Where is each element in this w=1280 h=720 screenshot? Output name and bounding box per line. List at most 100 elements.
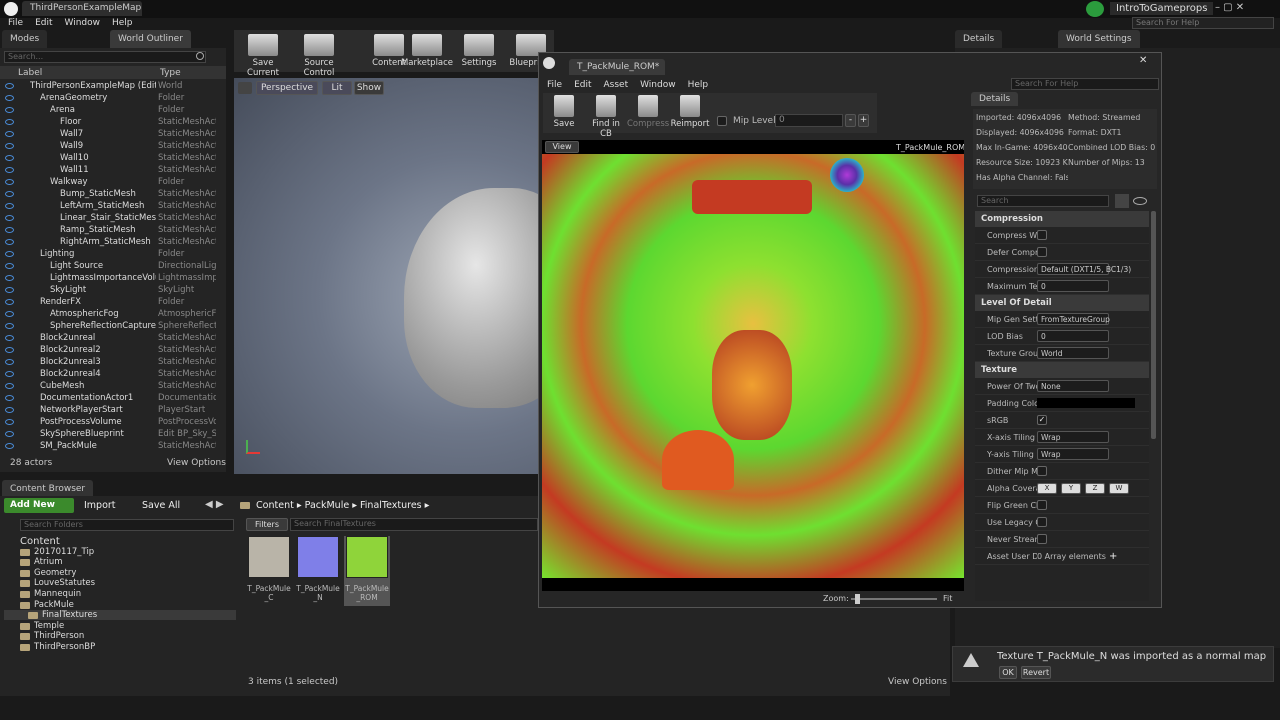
- filters-button[interactable]: Filters: [246, 518, 288, 531]
- zoom-dropdown[interactable]: Fit: [943, 594, 952, 603]
- outliner-row[interactable]: Block2unreal4 StaticMeshActor: [0, 368, 222, 380]
- notification-revert-button[interactable]: Revert: [1021, 666, 1051, 679]
- visibility-eye-icon[interactable]: [5, 383, 14, 389]
- level-viewport[interactable]: Perspective Lit Show: [234, 78, 584, 474]
- toolbar-button[interactable]: Source Control: [292, 34, 346, 78]
- tab-details[interactable]: Details: [955, 30, 1003, 48]
- property-number[interactable]: 0: [1037, 280, 1109, 292]
- editor-menu-file[interactable]: File: [547, 80, 562, 90]
- visibility-eye-icon[interactable]: [5, 179, 14, 185]
- folder-tree-item[interactable]: ThirdPerson: [4, 631, 236, 641]
- breadcrumb-content[interactable]: Content: [256, 500, 294, 511]
- property-dropdown[interactable]: Default (DXT1/5, BC1/3): [1037, 263, 1131, 275]
- outliner-row[interactable]: ThirdPersonExampleMap (Editor) World: [0, 80, 222, 92]
- menu-edit[interactable]: Edit: [35, 18, 52, 28]
- outliner-row[interactable]: RenderFX Folder: [0, 296, 222, 308]
- outliner-row[interactable]: Block2unreal2 StaticMeshActor: [0, 344, 222, 356]
- mip-level-input[interactable]: 0: [775, 114, 843, 127]
- outliner-row[interactable]: AtmosphericFog AtmosphericFog: [0, 308, 222, 320]
- property-checkbox[interactable]: [1037, 534, 1047, 544]
- padding-color-swatch[interactable]: [1037, 398, 1135, 408]
- folder-tree-item[interactable]: Mannequin: [4, 589, 236, 599]
- outliner-row[interactable]: Wall7 StaticMeshActor: [0, 128, 222, 140]
- editor-tab[interactable]: T_PackMule_ROM*: [569, 59, 665, 75]
- zoom-slider-thumb[interactable]: [855, 594, 860, 604]
- property-number[interactable]: 0: [1037, 330, 1109, 342]
- property-checkbox[interactable]: [1037, 466, 1047, 476]
- outliner-row[interactable]: LeftArm_StaticMesh StaticMeshActor: [0, 200, 222, 212]
- import-button[interactable]: Import: [84, 500, 116, 511]
- nav-back-forward[interactable]: ◀ ▶: [205, 499, 224, 510]
- visibility-eye-icon[interactable]: [5, 395, 14, 401]
- search-folders-input[interactable]: Search Folders: [20, 519, 234, 531]
- visibility-eye-icon[interactable]: [5, 371, 14, 377]
- property-dropdown[interactable]: FromTextureGroup: [1037, 313, 1110, 325]
- visibility-eye-icon[interactable]: [5, 419, 14, 425]
- alpha-coverage-channel[interactable]: Z: [1085, 483, 1105, 494]
- editor-menu-asset[interactable]: Asset: [604, 80, 629, 90]
- folder-tree-item[interactable]: Geometry: [4, 568, 236, 578]
- editor-menu-window[interactable]: Window: [640, 80, 676, 90]
- save-all-button[interactable]: Save All: [142, 500, 180, 511]
- show-button[interactable]: Show: [354, 81, 384, 95]
- outliner-row[interactable]: Ramp_StaticMesh StaticMeshActor: [0, 224, 222, 236]
- asset-tile[interactable]: T_PackMule_C: [246, 536, 292, 606]
- visibility-eye-icon[interactable]: [5, 287, 14, 293]
- outliner-row[interactable]: SM_PackMule StaticMeshActor: [0, 440, 222, 452]
- alpha-coverage-channel[interactable]: W: [1109, 483, 1129, 494]
- toolbar-button[interactable]: Save Current: [236, 34, 290, 78]
- outliner-row[interactable]: CubeMesh StaticMeshActor: [0, 380, 222, 392]
- tab-modes[interactable]: Modes: [2, 30, 48, 48]
- toolbar-button[interactable]: Marketplace: [400, 34, 454, 68]
- alpha-coverage-channel[interactable]: Y: [1061, 483, 1081, 494]
- property-dropdown[interactable]: None: [1037, 380, 1109, 392]
- details-scrollbar[interactable]: [1151, 211, 1156, 439]
- outliner-row[interactable]: SkySphereBlueprint Edit BP_Sky_Sphere: [0, 428, 222, 440]
- visibility-eye-icon[interactable]: [5, 335, 14, 341]
- cb-view-options[interactable]: View Options: [888, 677, 947, 687]
- folder-tree-item[interactable]: 20170117_Tip: [4, 547, 236, 557]
- visibility-eye-icon[interactable]: [1133, 197, 1147, 205]
- editor-menu-help[interactable]: Help: [688, 80, 709, 90]
- outliner-row[interactable]: Floor StaticMeshActor: [0, 116, 222, 128]
- editor-menu-edit[interactable]: Edit: [574, 80, 591, 90]
- editor-tool-button[interactable]: Find in CB: [585, 95, 627, 139]
- visibility-eye-icon[interactable]: [5, 227, 14, 233]
- visibility-eye-icon[interactable]: [5, 95, 14, 101]
- level-tab[interactable]: ThirdPersonExampleMap: [22, 1, 142, 16]
- breadcrumb-finaltextures[interactable]: FinalTextures: [360, 500, 422, 511]
- property-checkbox[interactable]: [1037, 500, 1047, 510]
- details-search[interactable]: Search: [977, 195, 1109, 207]
- outliner-row[interactable]: LightmassImportanceVolumeLightmassImport…: [0, 272, 222, 284]
- property-section-header[interactable]: Level Of Detail: [975, 295, 1149, 311]
- outliner-row[interactable]: PostProcessVolume PostProcessVolume: [0, 416, 222, 428]
- visibility-eye-icon[interactable]: [5, 143, 14, 149]
- visibility-eye-icon[interactable]: [5, 203, 14, 209]
- visibility-eye-icon[interactable]: [5, 215, 14, 221]
- outliner-search[interactable]: Search...: [4, 51, 206, 63]
- property-section-header[interactable]: Compression: [975, 211, 1149, 227]
- visibility-eye-icon[interactable]: [5, 263, 14, 269]
- outliner-row[interactable]: Walkway Folder: [0, 176, 222, 188]
- property-dropdown[interactable]: World: [1037, 347, 1109, 359]
- visibility-eye-icon[interactable]: [5, 155, 14, 161]
- property-matrix-icon[interactable]: [1115, 194, 1129, 208]
- toolbar-button[interactable]: Settings: [452, 34, 506, 68]
- outliner-row[interactable]: Arena Folder: [0, 104, 222, 116]
- outliner-row[interactable]: Lighting Folder: [0, 248, 222, 260]
- outliner-view-options[interactable]: View Options: [167, 458, 226, 468]
- notification-ok-button[interactable]: OK: [999, 666, 1017, 679]
- visibility-eye-icon[interactable]: [5, 275, 14, 281]
- outliner-row[interactable]: ArenaGeometry Folder: [0, 92, 222, 104]
- property-checkbox[interactable]: [1037, 230, 1047, 240]
- editor-tool-button[interactable]: Reimport: [669, 95, 711, 129]
- outliner-row[interactable]: Linear_Stair_StaticMeshStaticMeshActor: [0, 212, 222, 224]
- mip-level-check[interactable]: [717, 116, 727, 126]
- zoom-slider[interactable]: [851, 598, 937, 600]
- outliner-row[interactable]: Wall10 StaticMeshActor: [0, 152, 222, 164]
- visibility-eye-icon[interactable]: [5, 359, 14, 365]
- visibility-eye-icon[interactable]: [5, 431, 14, 437]
- menu-window[interactable]: Window: [65, 18, 101, 28]
- property-section-header[interactable]: Texture: [975, 362, 1149, 378]
- visibility-eye-icon[interactable]: [5, 299, 14, 305]
